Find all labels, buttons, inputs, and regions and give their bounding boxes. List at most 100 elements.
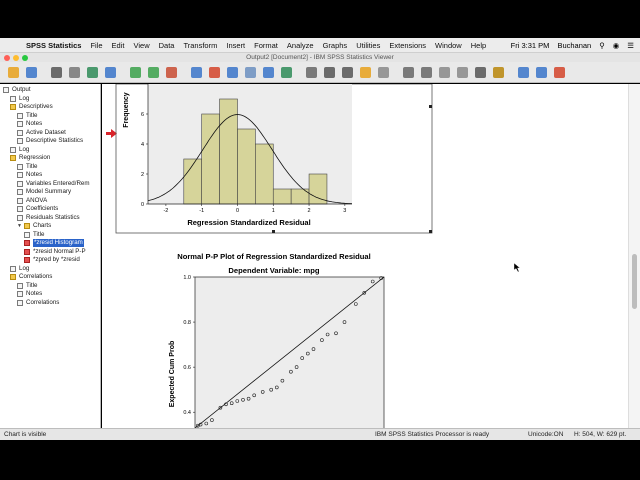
goto-variable-icon-glyph (209, 66, 220, 78)
tree-item[interactable]: Residuals Statistics (17, 214, 80, 222)
tree-item[interactable]: *zresid Histogram (24, 239, 84, 247)
menu-edit[interactable]: Edit (112, 41, 125, 50)
insert-heading-icon[interactable] (516, 65, 531, 80)
tree-item[interactable]: Notes (17, 120, 42, 128)
export-icon[interactable] (85, 65, 100, 80)
menu-file[interactable]: File (90, 41, 102, 50)
recall-dialog-icon-glyph (105, 66, 116, 78)
clock[interactable]: Fri 3:31 PM (511, 41, 550, 50)
histogram-chart[interactable]: 0 2 4 6 -2 -1 0 1 2 3 Frequency Regression Standa… (123, 84, 353, 227)
tree-item[interactable]: Log (10, 95, 29, 103)
document-icon (17, 197, 23, 204)
tree-item[interactable]: Log (10, 146, 29, 154)
print-icon[interactable] (49, 65, 64, 80)
goto-case-icon[interactable] (189, 65, 204, 80)
find-icon[interactable] (261, 65, 276, 80)
value-labels-icon-glyph (342, 66, 353, 78)
tree-item[interactable]: Variables Entered/Rem (17, 180, 90, 188)
histogram-y-axis-label: Frequency (123, 92, 130, 128)
menu-data[interactable]: Data (159, 41, 175, 50)
insert-title-icon[interactable] (534, 65, 549, 80)
menu-graphs[interactable]: Graphs (323, 41, 348, 50)
insert-text-icon[interactable] (552, 65, 567, 80)
tree-item[interactable]: Regression (10, 154, 50, 162)
tree-item[interactable]: Descriptives (10, 103, 53, 111)
value-labels-icon[interactable] (340, 65, 355, 80)
tree-item-label: Descriptives (19, 103, 53, 110)
tree-item[interactable]: Model Summary (17, 188, 71, 196)
select-cases-icon[interactable] (304, 65, 319, 80)
tree-item[interactable]: Title (17, 163, 37, 171)
y-tick-label: 2 (141, 172, 144, 178)
resize-handle[interactable] (429, 105, 432, 108)
menu-analyze[interactable]: Analyze (287, 41, 314, 50)
pp-plot-chart[interactable]: Normal P-P Plot of Regression Standardiz… (169, 252, 385, 428)
save-icon[interactable] (24, 65, 39, 80)
menu-transform[interactable]: Transform (183, 41, 217, 50)
close-window-icon[interactable] (4, 54, 10, 61)
back-icon[interactable] (401, 65, 416, 80)
notification-center-icon[interactable]: ☰ (627, 41, 634, 50)
dimension-status: H: 504, W: 629 pt. (574, 431, 627, 438)
tree-item[interactable]: *zresid Normal P-P (24, 248, 86, 256)
menu-insert[interactable]: Insert (226, 41, 245, 50)
zoom-window-icon[interactable] (22, 54, 28, 61)
menu-help[interactable]: Help (471, 41, 486, 50)
minimize-window-icon[interactable] (13, 54, 19, 61)
tree-item[interactable]: Notes (17, 171, 42, 179)
siri-icon[interactable]: ◉ (613, 41, 620, 50)
tree-item-label: Descriptive Statistics (26, 137, 84, 144)
menu-format[interactable]: Format (254, 41, 278, 50)
run-descriptives-icon[interactable] (243, 65, 258, 80)
goto-variable-icon[interactable] (207, 65, 222, 80)
tree-item[interactable]: Correlations (10, 273, 52, 281)
expand-icon[interactable] (437, 65, 452, 80)
resize-handle[interactable] (272, 230, 275, 233)
undo-icon[interactable] (128, 65, 143, 80)
menu-extensions[interactable]: Extensions (389, 41, 426, 50)
show-icon[interactable] (473, 65, 488, 80)
scrollbar-thumb[interactable] (632, 254, 637, 309)
tree-item[interactable]: Coefficients (17, 205, 58, 213)
goto-data-icon[interactable] (164, 65, 179, 80)
resize-handle[interactable] (429, 230, 432, 233)
tree-item[interactable]: Active Dataset (17, 129, 66, 137)
tree-item[interactable]: Title (17, 282, 37, 290)
hide-icon[interactable] (491, 65, 506, 80)
recall-dialog-icon[interactable] (103, 65, 118, 80)
use-variable-sets-icon[interactable] (358, 65, 373, 80)
print-preview-icon[interactable] (67, 65, 82, 80)
split-file-icon[interactable] (279, 65, 294, 80)
designate-window-icon[interactable] (376, 65, 391, 80)
menu-view[interactable]: View (133, 41, 149, 50)
forward-icon[interactable] (419, 65, 434, 80)
tree-item[interactable]: Descriptive Statistics (17, 137, 83, 145)
tree-item[interactable]: Correlations (17, 299, 59, 307)
tree-item[interactable]: ▼ Charts (17, 222, 51, 230)
spotlight-icon[interactable]: ⚲ (599, 41, 605, 50)
open-icon[interactable] (6, 65, 21, 80)
variables-icon[interactable] (225, 65, 240, 80)
menu-app[interactable]: SPSS Statistics (26, 41, 81, 50)
tree-item[interactable]: Title (17, 112, 37, 120)
document-icon (17, 163, 23, 170)
output-pane[interactable]: 0 2 4 6 -2 -1 0 1 2 3 Frequency Regression Standa… (102, 84, 628, 428)
tree-item-label: Log (19, 94, 30, 102)
tree-item[interactable]: Log (10, 265, 29, 273)
menu-utilities[interactable]: Utilities (356, 41, 380, 50)
collapse-icon[interactable] (455, 65, 470, 80)
output-canvas: 0 2 4 6 -2 -1 0 1 2 3 Frequency Regression Standa… (106, 84, 521, 428)
tree-item[interactable]: Output (3, 86, 31, 94)
tree-item[interactable]: ANOVA (17, 197, 47, 205)
outline-pane[interactable]: Output Log Descriptives Title Notes Active Da… (0, 84, 101, 428)
y-tick-label: 6 (141, 112, 144, 118)
user-name[interactable]: Buchanan (557, 41, 591, 50)
weight-cases-icon[interactable] (322, 65, 337, 80)
redo-icon[interactable] (146, 65, 161, 80)
tree-item[interactable]: Notes (17, 290, 42, 298)
tree-item[interactable]: Title (24, 231, 44, 239)
disclosure-triangle-icon[interactable]: ▼ (17, 222, 23, 230)
menu-window[interactable]: Window (435, 41, 462, 50)
vertical-scrollbar[interactable] (628, 84, 640, 428)
tree-item[interactable]: *zpred by *zresid (24, 256, 80, 264)
